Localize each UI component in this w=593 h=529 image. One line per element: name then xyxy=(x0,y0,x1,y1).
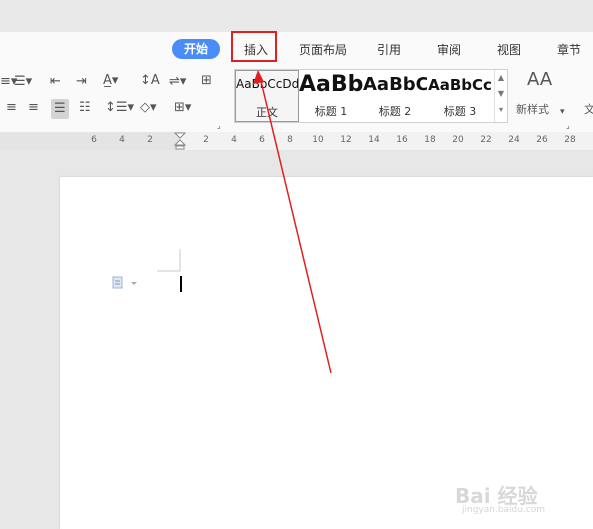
document-page[interactable] xyxy=(60,177,593,529)
style-heading-1-preview: AaBb xyxy=(299,72,363,97)
decrease-indent-icon[interactable]: ⇤ xyxy=(50,74,61,90)
ruler-tick: 16 xyxy=(396,135,408,145)
bullet-list-icon[interactable]: ☰▾ xyxy=(14,74,32,90)
borders-icon[interactable]: ⊞▾ xyxy=(174,100,191,116)
ruler-text-area xyxy=(180,132,593,150)
increase-indent-icon[interactable]: ⇥ xyxy=(76,74,87,90)
style-heading-3-name: 标题 3 xyxy=(443,105,477,118)
horizontal-ruler[interactable]: 6 4 2 2 4 6 8 10 12 14 16 18 20 22 24 26… xyxy=(0,132,593,150)
justify-icon[interactable]: ☰ xyxy=(51,99,69,119)
shading-icon[interactable]: ◇▾ xyxy=(140,100,157,116)
style-heading-2-preview: AaBbC xyxy=(363,74,427,95)
ruler-tick: 2 xyxy=(147,135,153,145)
ruler-tick: 26 xyxy=(536,135,548,145)
line-spacing-icon[interactable]: ⇌▾ xyxy=(169,74,186,90)
insert-tab-highlight xyxy=(231,31,277,62)
ruler-tick: 28 xyxy=(564,135,576,145)
new-style-label[interactable]: 新样式 xyxy=(516,102,549,118)
paragraph-spacing-icon[interactable]: ↕☰▾ xyxy=(105,100,134,116)
tab-review[interactable]: 审阅 xyxy=(437,40,461,60)
ruler-tick: 10 xyxy=(312,135,324,145)
table-border-icon[interactable]: ⊞ xyxy=(201,73,212,89)
title-bar xyxy=(0,0,593,32)
indent-marker-icon[interactable] xyxy=(174,132,186,150)
ruler-tick: 4 xyxy=(119,135,125,145)
tab-page-layout[interactable]: 页面布局 xyxy=(299,40,347,60)
style-gallery-scroll[interactable]: ▲ ▼ ▾ xyxy=(494,70,507,122)
text-direction-icon[interactable]: A̲▾ xyxy=(103,73,118,89)
ruler-tick: 2 xyxy=(203,135,209,145)
ruler-tick: 8 xyxy=(287,135,293,145)
ruler-tick: 20 xyxy=(452,135,464,145)
ruler-tick: 18 xyxy=(424,135,436,145)
style-heading-2[interactable]: AaBbC 标题 2 xyxy=(363,70,427,122)
tab-references[interactable]: 引用 xyxy=(377,40,401,60)
tab-chapter[interactable]: 章节 xyxy=(557,40,581,60)
style-gallery: AaBbCcDd 正文 AaBb 标题 1 AaBbC 标题 2 AaBbCc … xyxy=(234,69,508,123)
style-normal-name: 正文 xyxy=(256,106,278,119)
cut-off-label: 文 xyxy=(584,103,593,116)
ruler-tick: 6 xyxy=(91,135,97,145)
ruler-tick: 4 xyxy=(231,135,237,145)
ruler-tick: 14 xyxy=(368,135,380,145)
ribbon-toolbar: ≡▾ ☰▾ ⇤ ⇥ A̲▾ ↕A ⇌▾ ⊞ ≡ ≡ ☰ ☷ ↕☰▾ ◇▾ ⊞▾ … xyxy=(0,66,593,133)
ribbon-tabs: 开始 插入 页面布局 引用 审阅 视图 章节 xyxy=(0,32,593,66)
style-heading-1[interactable]: AaBb 标题 1 xyxy=(299,70,363,122)
new-style-dropdown-icon[interactable]: ▾ xyxy=(560,104,565,120)
align-right-icon[interactable]: ≡ xyxy=(28,100,39,116)
style-heading-3-preview: AaBbCc xyxy=(428,76,492,94)
style-normal-preview: AaBbCcDd xyxy=(236,77,299,91)
tab-home[interactable]: 开始 xyxy=(172,39,221,59)
paragraph-options-icon[interactable] xyxy=(112,276,142,290)
style-heading-2-name: 标题 2 xyxy=(378,105,412,118)
tab-view[interactable]: 视图 xyxy=(497,40,521,60)
ruler-tick: 12 xyxy=(340,135,352,145)
style-normal[interactable]: AaBbCcDd 正文 xyxy=(235,70,299,122)
ruler-tick: 24 xyxy=(508,135,520,145)
style-heading-3[interactable]: AaBbCc 标题 3 xyxy=(427,70,493,122)
new-style-icon[interactable]: AA xyxy=(527,71,552,89)
style-heading-1-name: 标题 1 xyxy=(314,105,348,118)
text-cursor xyxy=(180,276,182,292)
sort-icon[interactable]: ↕A xyxy=(140,73,160,89)
ruler-tick: 22 xyxy=(480,135,492,145)
margin-corner-mark xyxy=(157,249,181,272)
distributed-icon[interactable]: ☷ xyxy=(79,100,91,116)
ruler-tick: 6 xyxy=(259,135,265,145)
align-center-icon[interactable]: ≡ xyxy=(6,100,17,116)
baidu-watermark-url: jingyan.baidu.com xyxy=(462,505,546,515)
